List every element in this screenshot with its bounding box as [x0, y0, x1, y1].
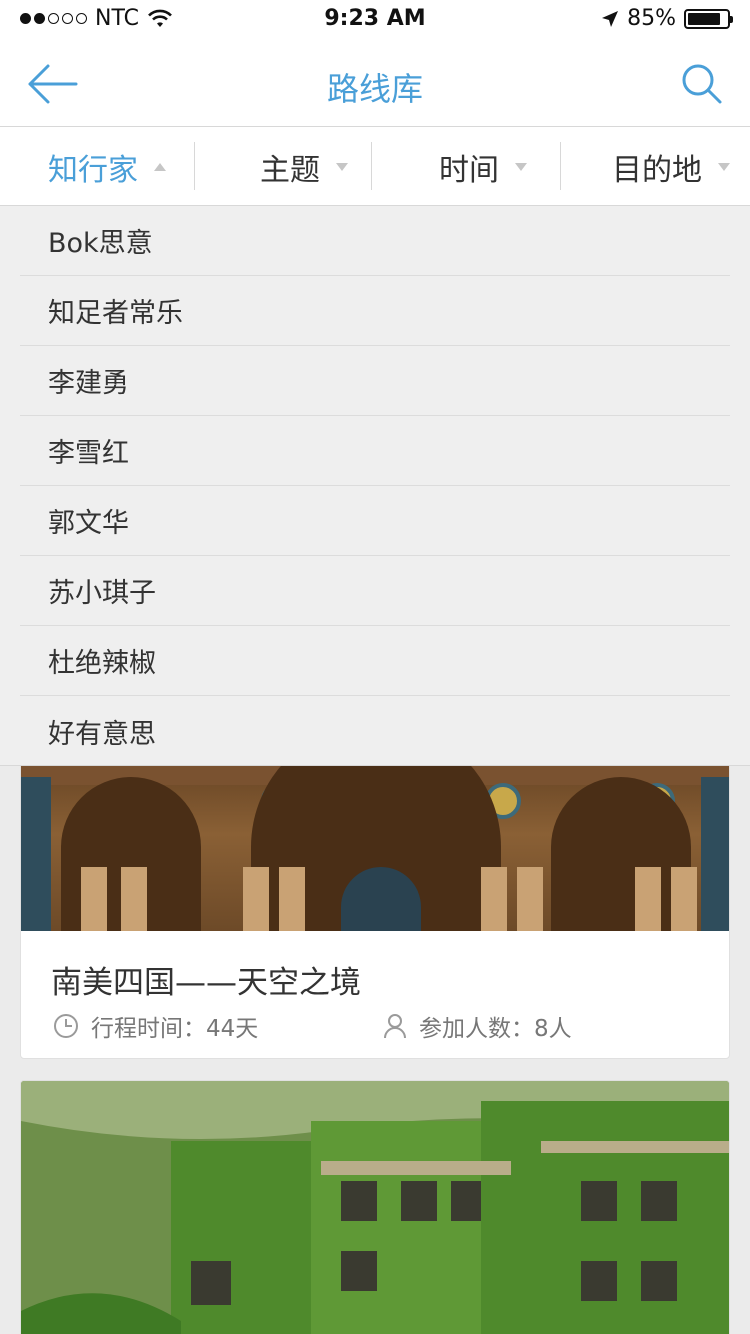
divider — [560, 142, 561, 190]
caret-down-icon — [718, 162, 730, 171]
participants-text: 参加人数：8人 — [419, 1016, 572, 1042]
battery-icon — [684, 8, 733, 29]
filter-label: 主题 — [260, 152, 320, 188]
route-photo — [21, 737, 729, 931]
route-photo — [21, 1081, 729, 1334]
navigation-bar: 路线库 — [0, 40, 750, 127]
dropdown-option[interactable]: 苏小琪子 — [20, 556, 730, 626]
dropdown-option[interactable]: 知足者常乐 — [20, 276, 730, 346]
divider — [371, 142, 372, 190]
battery-percent: 85% — [627, 6, 676, 31]
expert-dropdown: Bok思意 知足者常乐 李建勇 李雪红 郭文华 苏小琪子 杜绝辣椒 好有意思 — [0, 206, 750, 766]
route-list[interactable]: 南美四国——天空之境 行程时间：44天 参加人数：8人 Bok思意 知足者常乐 … — [0, 206, 750, 1334]
route-participants: 参加人数：8人 — [383, 1009, 572, 1043]
route-title: 南美四国——天空之境 — [51, 965, 361, 1001]
route-duration: 行程时间：44天 — [53, 1009, 258, 1043]
clock-icon — [54, 1014, 78, 1038]
search-icon — [682, 64, 722, 104]
status-bar: NTC 9:23 AM 85% — [0, 0, 750, 40]
duration-text: 行程时间：44天 — [91, 1016, 259, 1042]
page-title: 路线库 — [326, 70, 423, 108]
dropdown-option[interactable]: Bok思意 — [20, 206, 730, 276]
caret-down-icon — [515, 162, 527, 171]
search-button[interactable] — [680, 62, 724, 106]
dropdown-option[interactable]: 郭文华 — [20, 486, 730, 556]
filter-destination[interactable]: 目的地 — [612, 127, 730, 206]
filter-expert[interactable]: 知行家 — [48, 127, 166, 206]
filter-time[interactable]: 时间 — [439, 127, 527, 206]
route-card[interactable] — [20, 1080, 730, 1334]
dropdown-option[interactable]: 好有意思 — [20, 696, 730, 766]
filter-label: 知行家 — [48, 152, 138, 188]
location-arrow-icon — [602, 10, 619, 27]
filter-bar: 知行家 主题 时间 目的地 — [0, 127, 750, 206]
person-icon — [384, 1014, 406, 1039]
filter-theme[interactable]: 主题 — [260, 127, 348, 206]
divider — [194, 142, 195, 190]
caret-down-icon — [336, 162, 348, 171]
dropdown-option[interactable]: 李雪红 — [20, 416, 730, 486]
dropdown-option[interactable]: 杜绝辣椒 — [20, 626, 730, 696]
filter-label: 时间 — [439, 152, 499, 188]
route-card[interactable]: 南美四国——天空之境 行程时间：44天 参加人数：8人 — [20, 736, 730, 1059]
caret-up-icon — [154, 162, 166, 171]
dropdown-option[interactable]: 李建勇 — [20, 346, 730, 416]
filter-label: 目的地 — [612, 152, 702, 188]
